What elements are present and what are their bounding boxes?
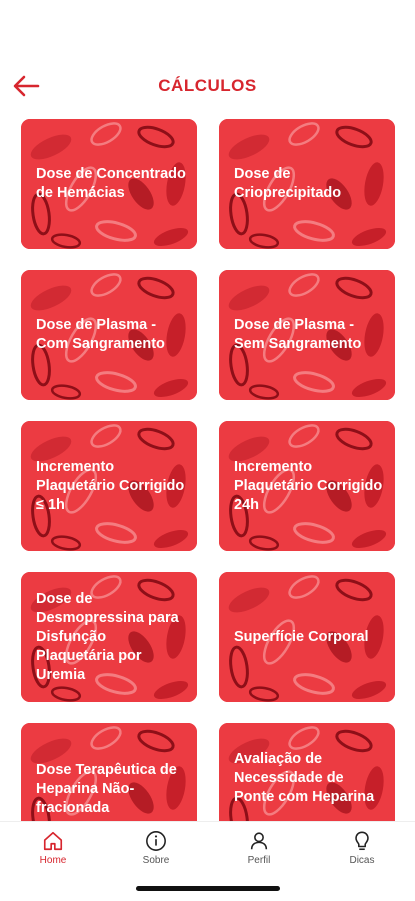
user-icon (250, 832, 268, 850)
card-label: Dose Terapêutica de Heparina Não-fracion… (36, 762, 177, 816)
card-label: Dose de Concentrado de Hemácias (36, 166, 186, 201)
header: CÁLCULOS (0, 66, 415, 106)
nav-profile[interactable]: Perfil (224, 830, 294, 866)
home-icon (43, 831, 63, 851)
card-crioprecipitado[interactable]: Dose de Crioprecipitado (219, 119, 395, 249)
card-plasma-com-sangramento[interactable]: Dose de Plasma - Com Sangramento (21, 270, 197, 400)
nav-tips-label: Dicas (349, 855, 375, 866)
calculations-grid: Dose de Concentrado de Hemácias Dose de … (21, 119, 397, 821)
lightbulb-icon (355, 831, 369, 851)
card-label: Avaliação de Necessidade de Ponte com He… (234, 751, 375, 805)
nav-about-label: Sobre (142, 855, 170, 866)
card-label: Dose de Plasma - Sem Sangramento (234, 317, 362, 352)
card-superficie-corporal[interactable]: Superfície Corporal (219, 572, 395, 702)
card-concentrado-hemacias[interactable]: Dose de Concentrado de Hemácias (21, 119, 197, 249)
card-label: Incremento Plaquetário Corrigido ≤ 1h (36, 458, 185, 513)
card-ponte-heparina[interactable]: Avaliação de Necessidade de Ponte com He… (219, 723, 395, 821)
home-indicator (136, 886, 280, 891)
card-label: Incremento Plaquetário Corrigido 24h (234, 458, 383, 513)
card-label: Superfície Corporal (234, 628, 369, 645)
info-icon (146, 831, 166, 851)
page-title: CÁLCULOS (158, 76, 257, 95)
nav-home-label: Home (39, 855, 67, 866)
card-heparina-terapeutica[interactable]: Dose Terapêutica de Heparina Não-fracion… (21, 723, 197, 821)
card-label: Dose de Plasma - Com Sangramento (36, 317, 165, 352)
nav-about[interactable]: Sobre (121, 830, 191, 866)
card-label: Dose de Desmopressina para Disfunção Pla… (36, 590, 179, 683)
nav-tips[interactable]: Dicas (327, 830, 397, 866)
nav-profile-label: Perfil (247, 855, 271, 866)
card-incremento-24h[interactable]: Incremento Plaquetário Corrigido 24h (219, 421, 395, 551)
card-incremento-1h[interactable]: Incremento Plaquetário Corrigido ≤ 1h (21, 421, 197, 551)
card-label: Dose de Crioprecipitado (234, 166, 342, 201)
card-plasma-sem-sangramento[interactable]: Dose de Plasma - Sem Sangramento (219, 270, 395, 400)
nav-home[interactable]: Home (18, 830, 88, 866)
card-desmopressina[interactable]: Dose de Desmopressina para Disfunção Pla… (21, 572, 197, 702)
